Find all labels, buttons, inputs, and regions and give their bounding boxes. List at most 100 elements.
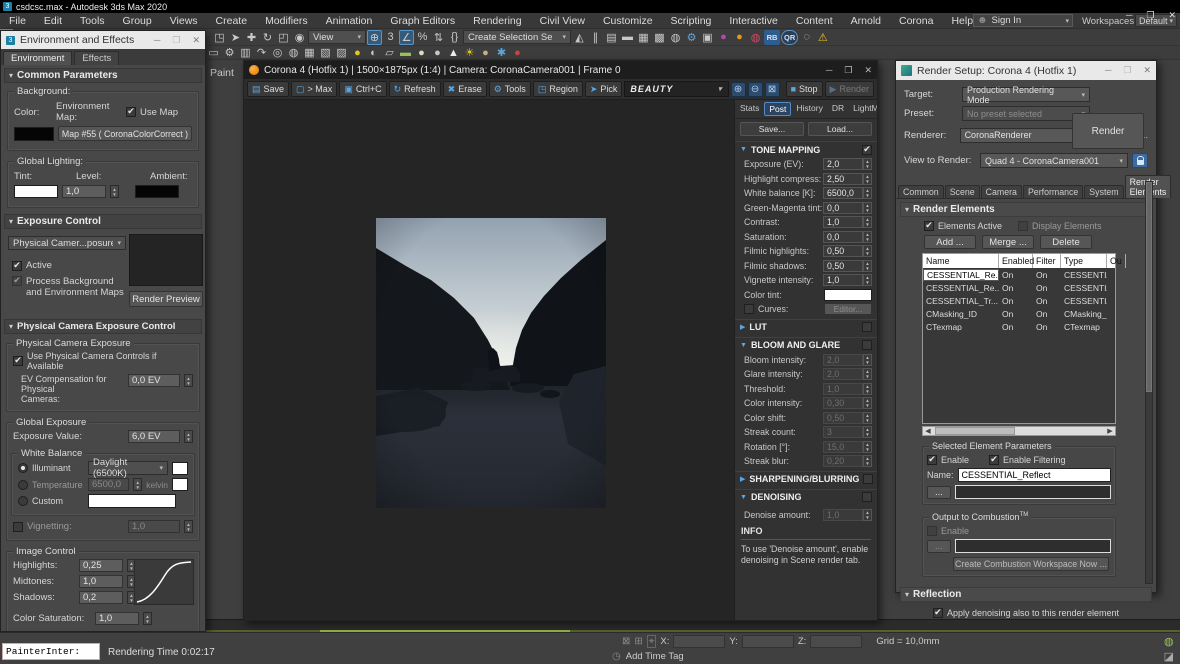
- selection-brackets-icon[interactable]: ◌: [799, 30, 814, 45]
- tab-lightmix[interactable]: LightMix: [849, 102, 877, 116]
- ribbon-toggle-icon[interactable]: ▬: [620, 30, 635, 45]
- add-time-tag[interactable]: Add Time Tag: [626, 651, 684, 662]
- temperature-radio[interactable]: [18, 480, 28, 490]
- tab-scene[interactable]: Scene: [945, 185, 980, 198]
- tint-swatch[interactable]: [14, 185, 58, 198]
- menu-create[interactable]: Create: [207, 15, 257, 27]
- named-selection-sets-icon[interactable]: {}: [447, 30, 462, 45]
- tab-environment[interactable]: Environment: [3, 51, 72, 65]
- col-output[interactable]: Ou: [1107, 254, 1126, 268]
- light-bulb-icon[interactable]: ●: [350, 45, 365, 60]
- menu-group[interactable]: Group: [114, 15, 161, 27]
- elements-delete-button[interactable]: Delete: [1040, 235, 1092, 249]
- custom-wb-swatch[interactable]: [88, 494, 176, 508]
- rs-maximize-button[interactable]: ❒: [1123, 65, 1131, 76]
- render-canvas[interactable]: [244, 100, 734, 620]
- maxscript-mini-listener[interactable]: PainterInter:: [2, 643, 100, 660]
- post-load-button[interactable]: Load...: [808, 122, 872, 136]
- exposure-control-rollout[interactable]: ▾Exposure Control: [4, 214, 202, 229]
- monitor-icon[interactable]: ▧: [318, 45, 333, 60]
- vfb-minimize-button[interactable]: ─: [826, 65, 832, 76]
- table-row[interactable]: CESSENTIAL_Re...OnOnCESSENTIAL_...: [923, 268, 1115, 281]
- exposure-value-field[interactable]: 6,0 EV: [128, 430, 180, 443]
- menu-file[interactable]: File: [0, 15, 35, 27]
- element-name-field[interactable]: CESSENTIAL_Reflect: [958, 468, 1111, 482]
- percent-snap-icon[interactable]: %: [415, 30, 430, 45]
- start-render-button[interactable]: ▶Render: [825, 81, 874, 97]
- spinner[interactable]: [863, 426, 872, 438]
- tab-performance[interactable]: Performance: [1023, 185, 1083, 198]
- spinner[interactable]: [863, 509, 872, 521]
- curve-editor-icon[interactable]: ▦: [636, 30, 651, 45]
- vfb-tools-button[interactable]: ⚙Tools: [489, 81, 531, 97]
- x-coordinate-field[interactable]: [673, 635, 725, 648]
- exposure-field[interactable]: 2,0: [823, 158, 863, 170]
- material-editor-icon[interactable]: ◍: [668, 30, 683, 45]
- white-balance-field[interactable]: 6500,0: [823, 187, 863, 199]
- enable-filtering-checkbox[interactable]: [989, 455, 999, 465]
- tab-stats[interactable]: Stats: [736, 102, 763, 116]
- render-production-icon[interactable]: ●: [716, 30, 731, 45]
- sphere-gray-icon[interactable]: ●: [430, 45, 445, 60]
- viewport-lock-button[interactable]: [1132, 153, 1148, 168]
- vfb-erase-button[interactable]: ✖Erase: [443, 81, 487, 97]
- vignette-intensity-field[interactable]: 1,0: [823, 274, 863, 286]
- render-elements-table[interactable]: Name Enabled Filter Type Ou CESSENTIAL_R…: [922, 253, 1116, 424]
- vignetting-spinner[interactable]: [184, 520, 193, 533]
- sign-in-dropdown[interactable]: ☻Sign In▾: [973, 14, 1073, 27]
- saturation-field[interactable]: 0,0: [823, 231, 863, 243]
- menu-interactive[interactable]: Interactive: [720, 15, 786, 27]
- table-row[interactable]: CESSENTIAL_Tr...OnOnCESSENTIAL_...: [923, 294, 1115, 307]
- vfb-region-button[interactable]: ◳Region: [533, 81, 583, 97]
- z-coordinate-field[interactable]: [810, 635, 862, 648]
- color-tint-swatch[interactable]: [824, 289, 872, 301]
- undo-scene-icon[interactable]: ▭: [206, 45, 221, 60]
- tab-history[interactable]: History: [792, 102, 826, 116]
- teapot-render-icon[interactable]: ◍: [286, 45, 301, 60]
- layer-explorer-icon[interactable]: ▤: [604, 30, 619, 45]
- green-magenta-field[interactable]: 0,0: [823, 202, 863, 214]
- mirror-icon[interactable]: ◭: [572, 30, 587, 45]
- vfb-maximize-button[interactable]: ❒: [844, 65, 852, 76]
- bloom-glare-section-header[interactable]: ▼BLOOM AND GLARE: [735, 337, 877, 353]
- midtones-field[interactable]: 1,0: [79, 575, 123, 588]
- combustion-path-field[interactable]: [955, 539, 1111, 553]
- grid-display-icon[interactable]: ▨: [334, 45, 349, 60]
- denoising-section-header[interactable]: ▼DENOISING: [735, 489, 877, 505]
- bloom-glare-checkbox[interactable]: [862, 340, 872, 350]
- align-icon[interactable]: ∥: [588, 30, 603, 45]
- render-button[interactable]: Render: [1072, 113, 1144, 149]
- menu-arnold[interactable]: Arnold: [842, 15, 890, 27]
- asterisk-icon[interactable]: ✱: [494, 45, 509, 60]
- env-maximize-button[interactable]: ❒: [172, 35, 180, 46]
- rotation-field[interactable]: 15,0: [823, 441, 863, 453]
- ambient-swatch[interactable]: [135, 185, 179, 198]
- illuminant-dropdown[interactable]: Daylight (6500K)▾: [88, 461, 168, 475]
- tone-mapping-section-header[interactable]: ▼TONE MAPPING: [735, 141, 877, 157]
- create-selection-set-dropdown[interactable]: Create Selection Se▾: [463, 30, 571, 44]
- zoom-out-icon[interactable]: ⊖: [748, 82, 763, 97]
- col-type[interactable]: Type: [1061, 254, 1107, 268]
- combustion-browse-button[interactable]: ...: [927, 540, 951, 553]
- scroll-thumb[interactable]: [1146, 182, 1152, 392]
- exposure-value-spinner[interactable]: [184, 430, 193, 443]
- threshold-field[interactable]: 1,0: [823, 383, 863, 395]
- scroll-thumb[interactable]: [935, 427, 1015, 435]
- color-saturation-field[interactable]: 1,0: [95, 612, 139, 625]
- lut-checkbox[interactable]: [862, 322, 872, 332]
- menu-tools[interactable]: Tools: [71, 15, 114, 27]
- use-map-checkbox[interactable]: [126, 107, 136, 117]
- color-intensity-field[interactable]: 0,30: [823, 397, 863, 409]
- streak-count-field[interactable]: 3: [823, 426, 863, 438]
- spinner[interactable]: [863, 173, 872, 185]
- render-preview-button[interactable]: Render Preview: [129, 291, 203, 307]
- common-parameters-rollout[interactable]: ▾Common Parameters: [4, 68, 202, 83]
- tab-effects[interactable]: Effects: [74, 51, 119, 65]
- viewport-layout-icon[interactable]: ◪: [1164, 650, 1174, 663]
- ev-compensation-field[interactable]: 0,0 EV: [128, 374, 180, 387]
- select-and-place-icon[interactable]: ◉: [292, 30, 307, 45]
- render-element-icon[interactable]: ◍: [748, 30, 763, 45]
- menu-corona[interactable]: Corona: [890, 15, 942, 27]
- vfb-close-button[interactable]: ✕: [864, 65, 872, 76]
- vignetting-checkbox[interactable]: [13, 522, 23, 532]
